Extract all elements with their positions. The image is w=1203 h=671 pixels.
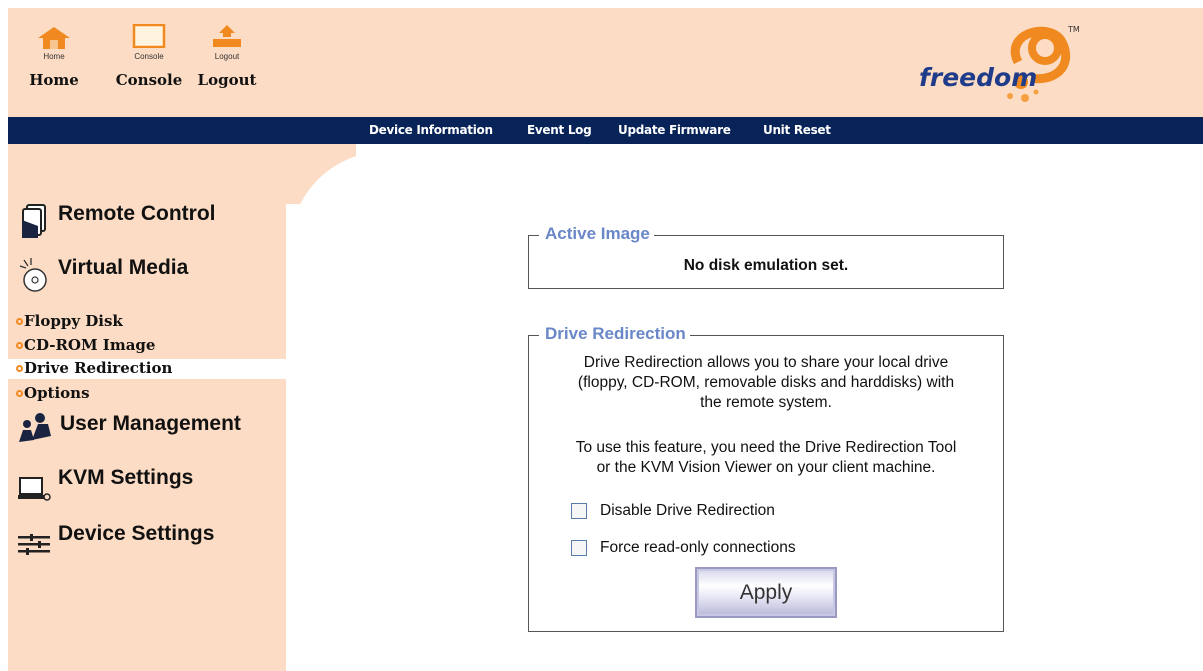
sidebar-virtual-media[interactable]: Virtual Media bbox=[18, 256, 188, 294]
force-read-only-option[interactable]: Force read-only connections bbox=[571, 539, 796, 557]
active-image-status: No disk emulation set. bbox=[683, 257, 849, 274]
sidebar-item-floppy-disk[interactable]: Floppy Disk bbox=[16, 312, 123, 330]
home-small-label: Home bbox=[43, 52, 65, 61]
options-label: Options bbox=[24, 384, 90, 402]
console-link[interactable]: Console Console bbox=[110, 24, 188, 89]
nav-device-information[interactable]: Device Information bbox=[369, 123, 493, 137]
sidebar-user-management[interactable]: User Management bbox=[18, 410, 241, 444]
bullet-icon bbox=[16, 390, 23, 397]
drive-redirection-description: Drive Redirection allows you to share yo… bbox=[529, 353, 1003, 413]
bullet-icon bbox=[16, 365, 23, 372]
tool-note-line: To use this feature, you need the Drive … bbox=[575, 439, 957, 456]
logout-small-label: Logout bbox=[214, 52, 240, 61]
sidebar-item-options[interactable]: Options bbox=[16, 384, 90, 402]
console-label: Console bbox=[115, 71, 183, 89]
cd-rom-image-label: CD-ROM Image bbox=[24, 336, 156, 354]
force-read-only-checkbox[interactable] bbox=[571, 540, 587, 556]
console-small-label: Console bbox=[134, 52, 164, 61]
bullet-icon bbox=[16, 318, 23, 325]
floppy-disk-label: Floppy Disk bbox=[24, 312, 123, 330]
drive-redirection-label: Drive Redirection bbox=[24, 359, 173, 377]
sidebar: Remote Control Virtual Media Floppy Disk… bbox=[8, 144, 286, 671]
nav-event-log[interactable]: Event Log bbox=[527, 123, 592, 137]
sidebar-device-settings[interactable]: Device Settings bbox=[18, 522, 214, 558]
drive-redirection-tool-note: To use this feature, you need the Drive … bbox=[529, 438, 1003, 478]
apply-button[interactable]: Apply bbox=[695, 567, 837, 618]
description-line: Drive Redirection allows you to share yo… bbox=[583, 354, 949, 371]
kvm-settings-label: KVM Settings bbox=[58, 466, 194, 489]
description-line: (floppy, CD-ROM, removable disks and har… bbox=[577, 374, 955, 391]
home-link[interactable]: Home Home bbox=[22, 27, 86, 89]
logout-icon bbox=[213, 25, 241, 47]
user-management-label: User Management bbox=[60, 412, 241, 435]
nav-update-firmware[interactable]: Update Firmware bbox=[618, 123, 731, 137]
disable-drive-redirection-label: Disable Drive Redirection bbox=[600, 502, 775, 519]
home-icon bbox=[38, 27, 70, 49]
active-image-legend: Active Image bbox=[539, 224, 654, 244]
force-read-only-label: Force read-only connections bbox=[600, 539, 796, 556]
bullet-icon bbox=[16, 342, 23, 349]
virtual-media-label: Virtual Media bbox=[58, 256, 189, 279]
sidebar-item-drive-redirection[interactable]: Drive Redirection bbox=[8, 359, 286, 379]
sidebar-corner-curve bbox=[286, 144, 356, 204]
logo-tm: TM bbox=[1067, 25, 1080, 34]
top-nav: Device Information Event Log Update Firm… bbox=[8, 117, 1203, 144]
sidebar-item-cd-rom-image[interactable]: CD-ROM Image bbox=[16, 336, 155, 354]
disable-drive-redirection-checkbox[interactable] bbox=[571, 503, 587, 519]
logo-text: freedom bbox=[919, 63, 1037, 92]
tool-note-line: or the KVM Vision Viewer on your client … bbox=[596, 459, 936, 476]
device-settings-icon bbox=[18, 534, 50, 555]
description-line: the remote system. bbox=[700, 394, 832, 411]
remote-control-icon bbox=[22, 204, 46, 238]
freedom9-logo: freedom TM bbox=[919, 25, 1080, 102]
user-management-icon bbox=[19, 413, 51, 442]
logout-label: Logout bbox=[197, 71, 257, 89]
sidebar-kvm-settings[interactable]: KVM Settings bbox=[18, 466, 193, 502]
drive-redirection-panel: Drive Redirection Drive Redirection allo… bbox=[528, 324, 1004, 632]
kvm-settings-icon bbox=[18, 477, 51, 501]
sidebar-remote-control[interactable]: Remote Control bbox=[18, 202, 216, 240]
nav-unit-reset[interactable]: Unit Reset bbox=[763, 123, 831, 137]
drive-redirection-legend: Drive Redirection bbox=[539, 324, 690, 344]
disable-drive-redirection-option[interactable]: Disable Drive Redirection bbox=[571, 502, 775, 520]
virtual-media-icon bbox=[19, 258, 47, 292]
logout-link[interactable]: Logout Logout bbox=[192, 25, 262, 89]
header-bar: Home Home Console Console Logout Logout … bbox=[8, 8, 1203, 117]
console-icon bbox=[132, 24, 166, 48]
device-settings-label: Device Settings bbox=[58, 522, 215, 545]
home-label: Home bbox=[29, 71, 79, 89]
active-image-panel: Active Image No disk emulation set. bbox=[528, 224, 1004, 289]
remote-control-label: Remote Control bbox=[58, 202, 216, 225]
